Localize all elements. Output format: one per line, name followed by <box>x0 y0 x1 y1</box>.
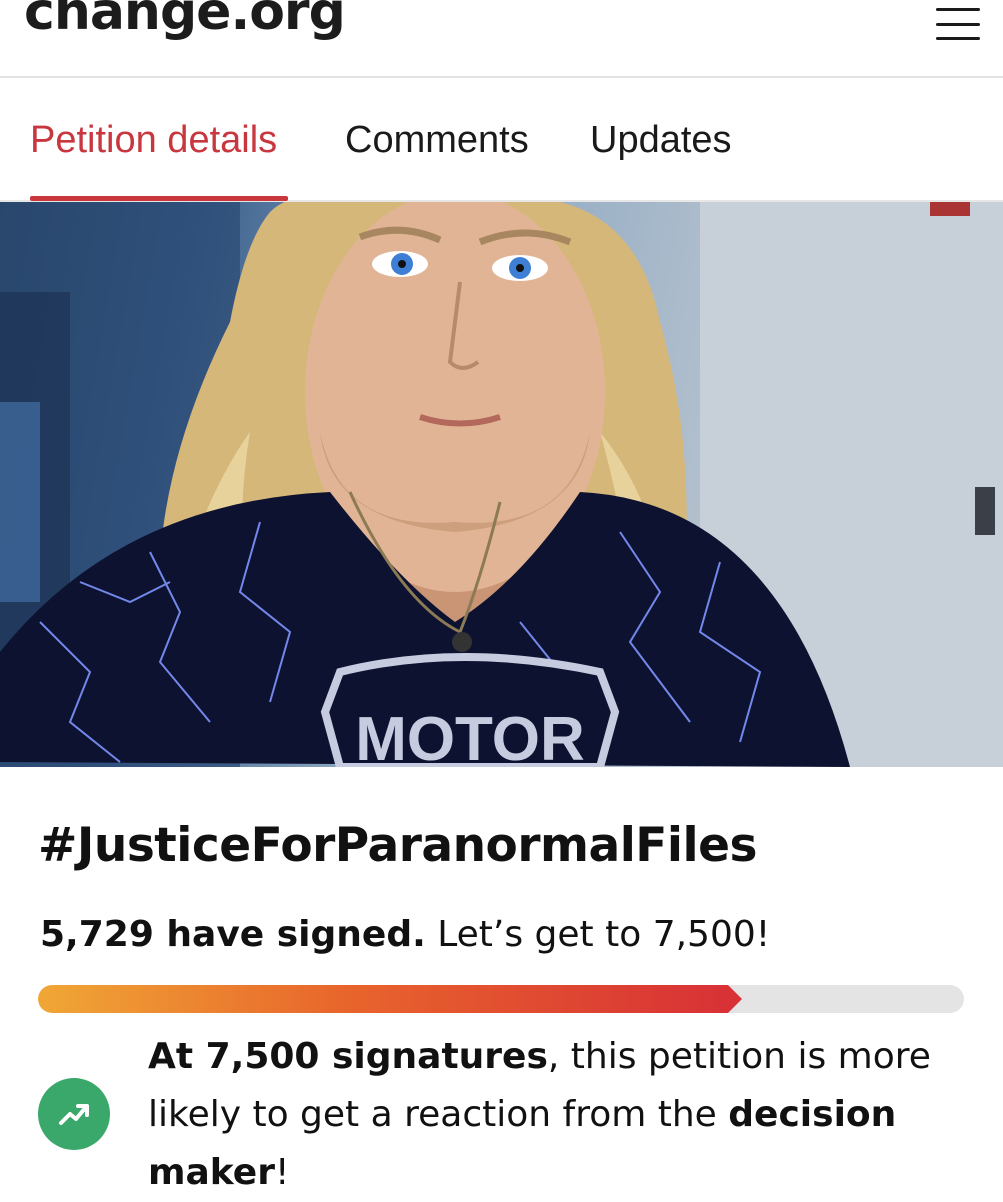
trending-up-glyph <box>59 1104 89 1125</box>
site-header: change.org <box>0 0 1003 78</box>
milestone-target: At 7,500 signatures <box>148 1036 548 1077</box>
trending-up-icon <box>38 1078 110 1150</box>
petition-tabs: Petition details Comments Updates <box>0 78 1003 202</box>
signature-summary: 5,729 have signed. Let’s get to 7,500! <box>40 914 770 955</box>
change-org-logo[interactable]: change.org <box>24 0 346 38</box>
signature-goal: Let’s get to 7,500! <box>425 914 771 955</box>
shirt-motor-text: MOTOR <box>355 705 585 767</box>
signature-progress-tip <box>728 985 742 1013</box>
active-tab-indicator <box>30 196 288 201</box>
signed-count: 5,729 have signed. <box>40 914 426 955</box>
tab-petition-details[interactable]: Petition details <box>30 118 277 164</box>
signature-progress-fill <box>38 985 728 1013</box>
hamburger-menu-icon[interactable] <box>936 8 980 40</box>
petition-hero-image: MOTOR <box>0 202 1003 767</box>
signature-progress-bar <box>38 985 964 1013</box>
tab-updates[interactable]: Updates <box>590 118 732 164</box>
petition-title: #JusticeForParanormalFiles <box>38 818 758 873</box>
hero-illustration: MOTOR <box>0 202 1003 767</box>
milestone-message: At 7,500 signatures, this petition is mo… <box>148 1028 948 1202</box>
tab-comments[interactable]: Comments <box>345 118 529 164</box>
milestone-end: ! <box>274 1152 290 1193</box>
